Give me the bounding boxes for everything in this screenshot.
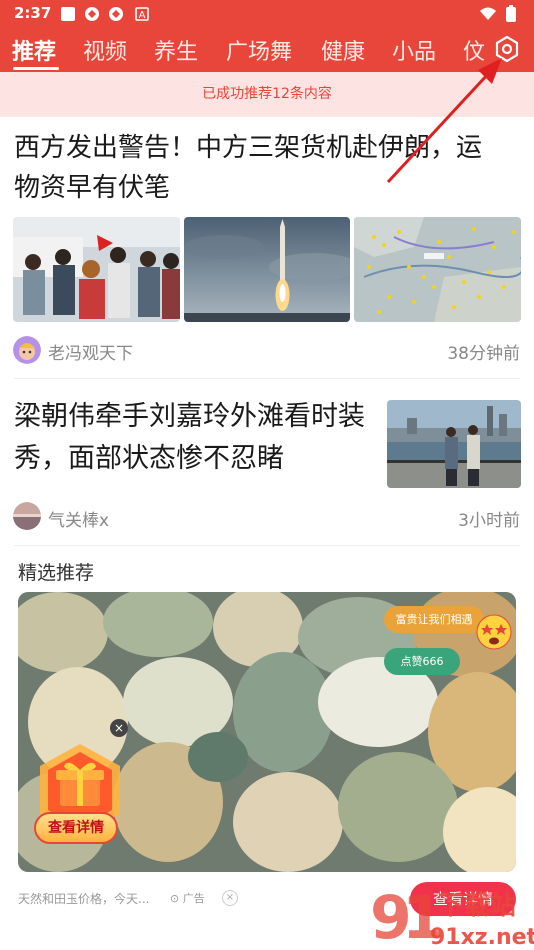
divider (14, 545, 520, 546)
author-name[interactable]: 老冯观天下 (48, 339, 133, 364)
avatar (13, 336, 41, 364)
comment-bubble: 富贵让我们相遇 (384, 606, 484, 633)
ad-tag: ⊙ 广告 (170, 890, 205, 906)
publish-time: 38分钟前 (447, 344, 520, 364)
status-bar: 2:37 A (0, 0, 534, 28)
tab-video[interactable]: 视频 (83, 34, 127, 66)
app-notification-icon (85, 7, 99, 21)
bund-photo (387, 400, 521, 488)
article-title-line: 西方发出警告！中方三架货机赴伊朗，运 (14, 133, 483, 163)
status-right-icons (478, 5, 522, 27)
ad-tag-label: 广告 (182, 892, 205, 905)
avatar (13, 502, 41, 530)
a-icon: A (135, 7, 149, 21)
tab-recommend[interactable]: 推荐 (12, 34, 56, 66)
author-avatar[interactable] (13, 336, 41, 364)
app-screen: 2:37 A 推荐 视频 养生 广场舞 健康 小品 伩 已成功推荐12条内容 西… (0, 0, 534, 950)
author-name[interactable]: 气关棒x (48, 506, 109, 531)
ad-description[interactable]: 天然和田玉价格，今天... (18, 890, 149, 907)
tab-more[interactable]: 伩 (463, 34, 485, 66)
divider (14, 378, 520, 379)
active-tab-indicator (13, 67, 59, 70)
tab-health-care[interactable]: 养生 (154, 34, 198, 66)
recommend-notice: 已成功推荐12条内容 (0, 72, 534, 117)
svg-text:91xz.net: 91xz.net (430, 925, 534, 950)
hexagon-settings-icon (495, 35, 519, 63)
svg-text:下载站: 下载站 (438, 891, 516, 921)
article-title[interactable]: 梁朝伟牵手刘嘉玲外滩看时装 秀，面部状态惨不忍睹 (14, 396, 379, 480)
tab-square-dance[interactable]: 广场舞 (226, 34, 292, 66)
crowd-photo (13, 217, 180, 322)
top-header: 2:37 A 推荐 视频 养生 广场舞 健康 小品 伩 (0, 0, 534, 72)
author-avatar[interactable] (13, 502, 41, 530)
comment-bubble: 点赞666 (384, 648, 460, 675)
ad-info-icon: ⊙ (170, 892, 180, 905)
ad-close-icon[interactable]: × (222, 890, 238, 906)
article-title-line: 梁朝伟牵手刘嘉玲外滩看时装 (14, 401, 365, 432)
channel-settings-button[interactable] (486, 30, 530, 70)
flight-map-photo (354, 217, 521, 322)
wifi-battery-icon (480, 5, 516, 22)
article-title[interactable]: 西方发出警告！中方三架货机赴伊朗，运 物资早有伏笔 (14, 128, 524, 208)
section-title: 精选推荐 (18, 562, 95, 584)
publish-time: 3小时前 (458, 511, 520, 531)
close-icon[interactable]: × (110, 719, 128, 737)
article-image-rocket[interactable] (184, 217, 350, 322)
app-notification-icon-2 (109, 7, 123, 21)
tab-health[interactable]: 健康 (321, 34, 365, 66)
star-eyes-emoji-icon (476, 614, 512, 650)
view-details-badge[interactable]: 查看详情 (34, 812, 118, 844)
category-tabs: 推荐 视频 养生 广场舞 健康 小品 伩 (0, 30, 534, 72)
site-watermark-logo: 9 1 下载站 91xz.net (370, 883, 534, 950)
notification-icon (61, 7, 75, 21)
article-image-bund[interactable] (387, 400, 521, 488)
svg-text:A: A (139, 10, 146, 21)
article-title-line: 物资早有伏笔 (14, 173, 171, 203)
article-title-line: 秀，面部状态惨不忍睹 (14, 443, 284, 474)
rocket-photo (184, 217, 350, 322)
article-image-flight-map[interactable] (354, 217, 521, 322)
article-image-crowd[interactable] (13, 217, 180, 322)
tab-skit[interactable]: 小品 (392, 34, 436, 66)
status-time: 2:37 (14, 4, 52, 22)
